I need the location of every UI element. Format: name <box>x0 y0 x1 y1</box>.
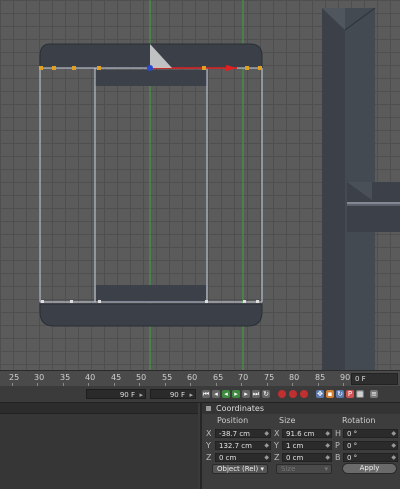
spinner-icon[interactable]: ◆ <box>264 442 269 450</box>
rotation-key-button[interactable]: ↻ <box>336 390 344 398</box>
size-mode-dropdown[interactable]: Size ▾ <box>276 464 332 474</box>
timeline-ruler[interactable]: 25 30 35 40 45 50 55 60 65 70 75 80 85 9… <box>0 370 400 387</box>
tick-label: 65 <box>213 373 224 382</box>
end-frame-field[interactable]: 90 F ▸ <box>86 389 146 399</box>
spinner-icon[interactable]: ◆ <box>325 454 330 462</box>
play-backward-button[interactable]: ◂ <box>222 390 230 398</box>
coordinate-mode-dropdown[interactable]: Object (Rel) ▾ <box>212 464 268 474</box>
rotation-h-value: 0 ° <box>347 430 358 438</box>
spinner-icon[interactable]: ◆ <box>264 430 269 438</box>
tick-label: 70 <box>238 373 249 382</box>
play-forward-button[interactable]: ▸ <box>232 390 240 398</box>
size-column-header: Size <box>279 416 296 425</box>
record-button[interactable] <box>278 390 286 398</box>
size-x-value: 91.6 cm <box>286 430 315 438</box>
preview-end-frame-value: 90 F <box>169 391 185 399</box>
tick-label: 75 <box>264 373 275 382</box>
tick-label: 80 <box>289 373 300 382</box>
coordinates-header: Coordinates <box>202 403 400 414</box>
pos-y-label: Y <box>206 441 211 450</box>
loop-button[interactable]: ↻ <box>262 390 270 398</box>
pla-key-button[interactable]: ▦ <box>356 390 364 398</box>
position-x-field[interactable]: -38.7 cm ◆ <box>215 429 271 438</box>
coordinates-panel: Coordinates Position Size Rotation X -38… <box>200 403 400 489</box>
rotation-p-field[interactable]: 0 ° ◆ <box>343 441 398 450</box>
size-y-field[interactable]: 1 cm ◆ <box>282 441 332 450</box>
next-key-button[interactable]: ▸ <box>242 390 250 398</box>
position-y-field[interactable]: 132.7 cm ◆ <box>215 441 271 450</box>
param-key-button[interactable]: P <box>346 390 354 398</box>
spinner-icon[interactable]: ◆ <box>391 442 396 450</box>
tick-label: 35 <box>60 373 71 382</box>
spinner-icon[interactable]: ▸ <box>189 390 193 400</box>
spinner-icon[interactable]: ◆ <box>264 454 269 462</box>
tick-label: 60 <box>187 373 198 382</box>
coordinates-title: Coordinates <box>216 404 265 413</box>
size-y-label: Y <box>274 441 279 450</box>
position-z-value: 0 cm <box>219 454 237 462</box>
end-frame-value: 90 F <box>119 391 135 399</box>
position-column-header: Position <box>217 416 249 425</box>
spinner-icon[interactable]: ▸ <box>139 390 143 400</box>
scale-key-button[interactable]: ▪ <box>326 390 334 398</box>
left-panel <box>0 403 198 489</box>
current-frame-field[interactable]: 0 F <box>351 373 398 385</box>
spinner-icon[interactable]: ◆ <box>391 454 396 462</box>
left-panel-header <box>0 403 198 414</box>
tick-label: 50 <box>136 373 147 382</box>
rotation-b-field[interactable]: 0 ° ◆ <box>343 453 398 462</box>
timeline-settings-button[interactable]: ≡ <box>370 390 378 398</box>
rot-b-label: B <box>335 453 341 462</box>
size-x-field[interactable]: 91.6 cm ◆ <box>282 429 332 438</box>
tick-label: 45 <box>111 373 122 382</box>
rotation-h-field[interactable]: 0 ° ◆ <box>343 429 398 438</box>
size-y-value: 1 cm <box>286 442 304 450</box>
rotation-p-value: 0 ° <box>347 442 358 450</box>
spinner-icon[interactable]: ◆ <box>391 430 396 438</box>
size-z-label: Z <box>274 453 280 462</box>
jump-start-button[interactable]: ⏮ <box>202 390 210 398</box>
rot-h-label: H <box>335 429 342 438</box>
rotation-b-value: 0 ° <box>347 454 358 462</box>
prev-key-button[interactable]: ◂ <box>212 390 220 398</box>
chevron-down-icon: ▾ <box>260 465 264 473</box>
size-x-label: X <box>274 429 280 438</box>
position-y-value: 132.7 cm <box>219 442 252 450</box>
tick-label: 40 <box>85 373 96 382</box>
transport-bar: 90 F ▸ 90 F ▸ ⏮ ◂ ◂ ▸ ▸ ⏭ ↻ ✥ ▪ ↻ P ▦ ≡ <box>0 386 400 403</box>
size-mode-value: Size <box>281 465 296 473</box>
tick-label: 55 <box>162 373 173 382</box>
viewport-3d[interactable] <box>0 0 400 370</box>
rotation-column-header: Rotation <box>342 416 376 425</box>
size-z-value: 0 cm <box>286 454 304 462</box>
coordinate-mode-value: Object (Rel) <box>217 465 259 473</box>
keyframe-selection-button[interactable] <box>300 390 308 398</box>
pos-x-label: X <box>206 429 212 438</box>
position-key-button[interactable]: ✥ <box>316 390 324 398</box>
tick-label: 85 <box>315 373 326 382</box>
spinner-icon[interactable]: ◆ <box>325 430 330 438</box>
position-x-value: -38.7 cm <box>219 430 251 438</box>
scene-geometry <box>39 0 400 370</box>
chevron-down-icon: ▾ <box>324 465 328 473</box>
preview-end-frame-field[interactable]: 90 F ▸ <box>150 389 196 399</box>
apply-button[interactable]: Apply <box>342 463 397 474</box>
tick-label: 90 <box>340 373 351 382</box>
panel-grip-icon[interactable] <box>206 406 211 411</box>
autokey-button[interactable] <box>289 390 297 398</box>
tick-label: 25 <box>9 373 20 382</box>
jump-end-button[interactable]: ⏭ <box>252 390 260 398</box>
position-z-field[interactable]: 0 cm ◆ <box>215 453 271 462</box>
rot-p-label: P <box>335 441 340 450</box>
pos-z-label: Z <box>206 453 212 462</box>
tick-label: 30 <box>34 373 45 382</box>
size-z-field[interactable]: 0 cm ◆ <box>282 453 332 462</box>
spinner-icon[interactable]: ◆ <box>325 442 330 450</box>
